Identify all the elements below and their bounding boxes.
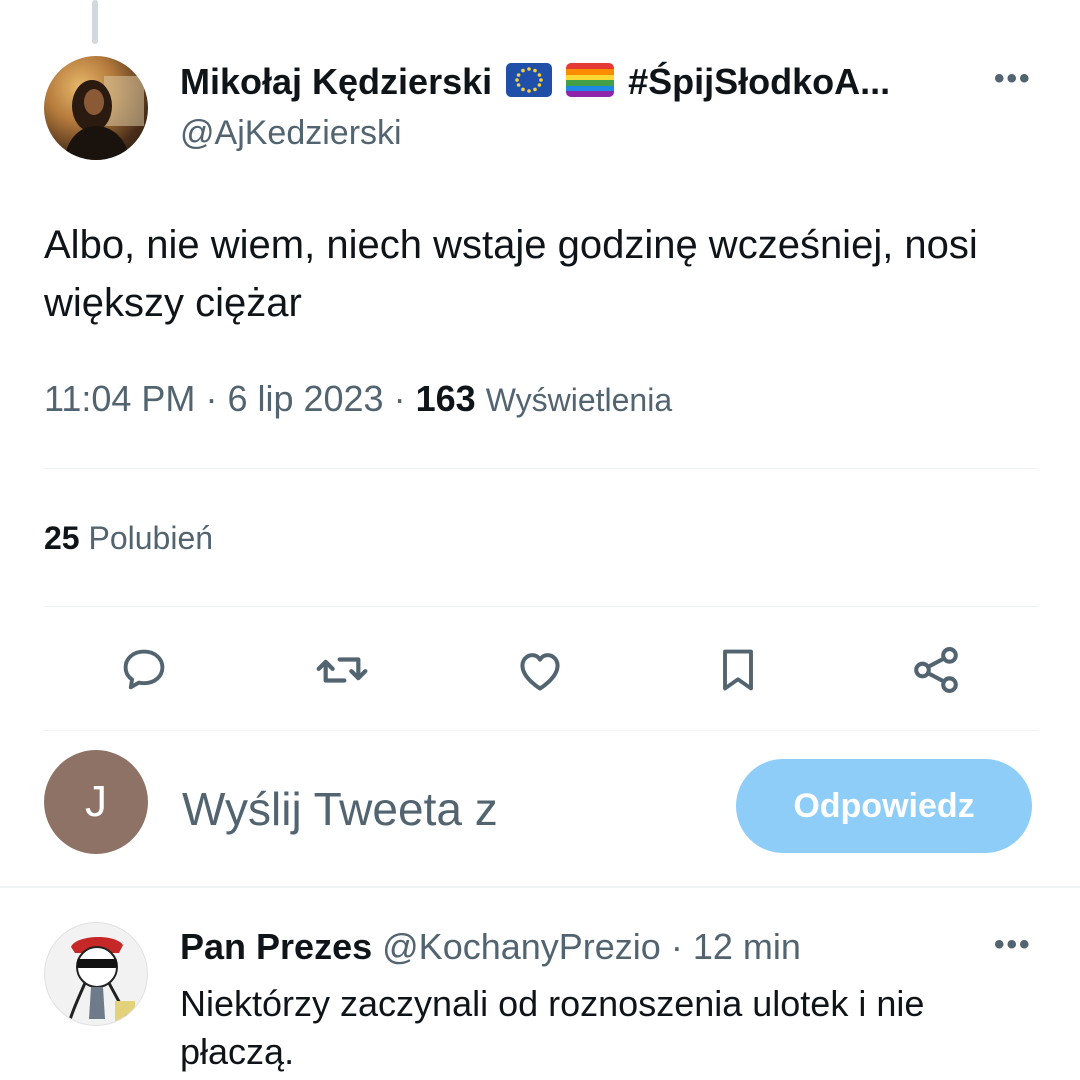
- reply-author-handle[interactable]: @KochanyPrezio: [382, 926, 661, 967]
- current-user-avatar[interactable]: J: [44, 750, 148, 854]
- reply-button[interactable]: Odpowiedz: [736, 759, 1032, 853]
- views-count: 163: [415, 378, 476, 419]
- reply-author-photo: [67, 936, 135, 1024]
- retweet-action-button[interactable]: [312, 640, 372, 700]
- bookmark-action-button[interactable]: [708, 640, 768, 700]
- reply-action-button[interactable]: [114, 640, 174, 700]
- reply-author-name[interactable]: Pan Prezes: [180, 926, 372, 967]
- reply-tweet-header: Pan Prezes @KochanyPrezio · 12 min: [180, 926, 801, 968]
- likes-count: 25: [44, 520, 80, 556]
- rainbow-flag-icon: [566, 62, 615, 102]
- reply-time[interactable]: 12 min: [693, 926, 801, 967]
- reply-input[interactable]: Wyślij Tweeta z: [182, 782, 498, 836]
- author-photo: [64, 76, 144, 160]
- comment-icon: [123, 649, 165, 690]
- meta-separator: ·: [670, 926, 683, 967]
- views-label: Wyświetlenia: [485, 382, 673, 418]
- more-options-icon[interactable]: •••: [994, 62, 1032, 96]
- likes-summary[interactable]: 25 Polubień: [44, 520, 213, 557]
- author-name[interactable]: Mikołaj Kędzierski: [180, 61, 492, 103]
- divider: [0, 886, 1080, 888]
- thread-connector-line: [92, 0, 98, 44]
- author-avatar[interactable]: [44, 56, 148, 160]
- meta-separator: ·: [393, 378, 416, 419]
- author-handle[interactable]: @AjKedzierski: [180, 114, 402, 153]
- heart-icon: [520, 653, 560, 691]
- tweet-time[interactable]: 11:04 PM: [44, 378, 195, 419]
- reply-more-options-icon[interactable]: •••: [994, 928, 1032, 962]
- bookmark-icon: [723, 649, 753, 691]
- tweet-meta: 11:04 PM · 6 lip 2023 · 163 Wyświetlenia: [44, 378, 672, 420]
- reply-author-avatar[interactable]: [44, 922, 148, 1026]
- tweet-date[interactable]: 6 lip 2023: [227, 378, 383, 419]
- share-icon: [914, 647, 958, 693]
- retweet-icon: [316, 657, 368, 683]
- like-action-button[interactable]: [510, 640, 570, 700]
- reply-tweet-text: Niektórzy zaczynali od roznoszenia ulote…: [180, 983, 925, 1072]
- author-hashtag[interactable]: #ŚpijSłodkoA...: [628, 61, 890, 103]
- author-name-row: Mikołaj Kędzierski #ŚpijSłodkoA...: [180, 61, 890, 103]
- divider: [44, 606, 1038, 607]
- eu-flag-icon: [506, 62, 553, 102]
- divider: [44, 468, 1038, 469]
- divider: [44, 730, 1038, 731]
- avatar-initial: J: [85, 777, 107, 826]
- tweet-text: Albo, nie wiem, niech wstaje godzinę wcz…: [44, 223, 978, 325]
- likes-label: Polubień: [88, 520, 214, 556]
- share-action-button[interactable]: [906, 640, 966, 700]
- meta-separator: ·: [205, 378, 228, 419]
